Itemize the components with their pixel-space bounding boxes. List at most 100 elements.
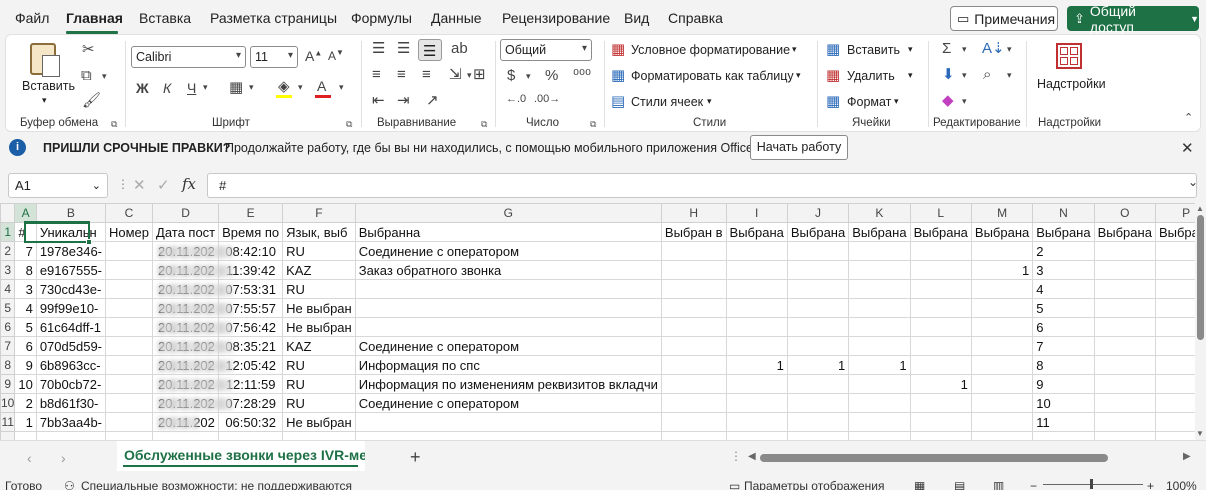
row-header[interactable]: 8 (0, 355, 16, 375)
cell[interactable] (660, 317, 727, 337)
cell[interactable] (909, 241, 972, 261)
paste-button[interactable]: Вставить ▾ (20, 41, 75, 111)
cell[interactable] (104, 431, 154, 440)
cell[interactable] (660, 374, 727, 394)
cell[interactable] (786, 298, 850, 318)
cell[interactable] (1154, 260, 1195, 280)
cell[interactable] (1032, 431, 1095, 440)
cell[interactable]: 7 (1032, 336, 1095, 356)
cell[interactable]: 6 (1032, 317, 1095, 337)
format-as-table-button[interactable]: ▦ Форматировать как таблицу ▾ (611, 67, 806, 87)
dialog-launcher-icon[interactable]: ⧉ (111, 119, 117, 130)
cell[interactable] (1154, 317, 1195, 337)
cell[interactable] (848, 393, 911, 413)
comma-style-icon[interactable]: ⁰⁰⁰ (573, 68, 591, 83)
cell[interactable]: 2 (14, 393, 37, 413)
cell[interactable] (909, 336, 972, 356)
fill-color-icon[interactable]: ◈ (278, 79, 290, 94)
cell[interactable] (970, 355, 1034, 375)
header-cell[interactable]: Выбранна (354, 222, 662, 242)
row-header[interactable]: 7 (0, 336, 16, 356)
cell[interactable] (104, 241, 154, 261)
expand-formula-icon[interactable]: ⌄ (1188, 175, 1198, 189)
header-cell[interactable]: Выбрана (909, 222, 972, 242)
cell[interactable]: 5 (14, 317, 37, 337)
cell[interactable]: RU (282, 393, 356, 413)
cell[interactable] (909, 260, 972, 280)
zoom-out-icon[interactable]: − (1030, 479, 1037, 490)
header-cell[interactable]: Выбрана (1032, 222, 1095, 242)
cell[interactable] (282, 431, 356, 440)
zoom-in-icon[interactable]: + (1147, 479, 1154, 490)
cell[interactable] (725, 374, 788, 394)
cell[interactable] (848, 241, 911, 261)
cell[interactable] (848, 374, 911, 394)
chevron-down-icon[interactable]: ▾ (962, 71, 967, 80)
cell[interactable] (354, 317, 662, 337)
cell[interactable]: KAZ (282, 260, 356, 280)
cell[interactable] (1093, 393, 1156, 413)
cell[interactable] (725, 317, 788, 337)
cell[interactable]: b8d61f30- (35, 393, 107, 413)
number-format-select[interactable]: Общий ▾ (500, 39, 592, 61)
align-right-icon[interactable]: ≡ (422, 67, 431, 82)
normal-view-icon[interactable]: ▦ (914, 479, 925, 490)
cell[interactable]: e9167555- (35, 260, 107, 280)
cell[interactable]: 1 (1154, 336, 1195, 356)
cell[interactable]: RU (282, 355, 356, 375)
cell[interactable]: 8 (14, 260, 37, 280)
cell[interactable] (848, 298, 911, 318)
get-started-button[interactable]: Начать работу (750, 135, 848, 160)
cell[interactable]: 9 (14, 355, 37, 375)
decrease-indent-icon[interactable]: ⇤ (372, 93, 385, 108)
cell[interactable]: Соединение с оператором (354, 241, 662, 261)
more-options-icon[interactable]: ⋮ (730, 449, 742, 463)
cell[interactable] (786, 412, 850, 432)
cell[interactable] (104, 317, 154, 337)
cell[interactable]: 2 (1032, 241, 1095, 261)
cell[interactable] (970, 393, 1034, 413)
cell[interactable]: 3 (14, 279, 37, 299)
merge-center-icon[interactable]: ⊞ (473, 67, 486, 82)
delete-cells-button[interactable]: ▦ Удалить ▾ (826, 67, 921, 87)
chevron-down-icon[interactable]: ▾ (1007, 71, 1012, 80)
cell[interactable]: RU (282, 374, 356, 394)
horizontal-scroll-thumb[interactable] (760, 454, 1108, 462)
borders-icon[interactable]: ▦ (229, 80, 243, 95)
notes-button[interactable]: ▭ Примечания (950, 6, 1058, 31)
column-header[interactable]: B (35, 203, 107, 223)
header-cell[interactable]: Время по (218, 222, 284, 242)
cell[interactable] (104, 393, 154, 413)
font-name-select[interactable]: Calibri ▾ (131, 46, 246, 68)
column-header[interactable]: O (1093, 203, 1156, 223)
insert-function-icon[interactable]: fx (182, 175, 196, 193)
format-cells-button[interactable]: ▦ Формат ▾ (826, 93, 921, 113)
display-settings[interactable]: Параметры отображения (744, 479, 885, 490)
cell[interactable]: 11 (1032, 412, 1095, 432)
column-header[interactable]: G (354, 203, 662, 223)
conditional-formatting-button[interactable]: ▦ Условное форматирование ▾ (611, 41, 801, 61)
cell[interactable]: Не выбран (282, 317, 356, 337)
menu-file[interactable]: Файл (15, 10, 49, 26)
column-header[interactable]: P (1154, 203, 1195, 223)
insert-cells-button[interactable]: ▦ Вставить ▾ (826, 41, 921, 61)
cell[interactable]: 1 (1154, 241, 1195, 261)
cell[interactable]: 4 (1032, 279, 1095, 299)
cell[interactable] (660, 393, 727, 413)
cell[interactable] (1154, 412, 1195, 432)
cell[interactable] (104, 336, 154, 356)
column-header[interactable]: J (786, 203, 850, 223)
fill-icon[interactable]: ⬇ (942, 67, 955, 82)
align-center-icon[interactable]: ≡ (397, 67, 406, 82)
cell[interactable] (909, 279, 972, 299)
cell[interactable] (104, 298, 154, 318)
menu-data[interactable]: Данные (431, 10, 482, 26)
cell[interactable]: 99f99e10- (35, 298, 107, 318)
page-break-view-icon[interactable]: ▥ (993, 479, 1004, 490)
next-sheet-icon[interactable]: › (61, 450, 66, 466)
cell[interactable] (1093, 336, 1156, 356)
cell[interactable] (909, 355, 972, 375)
cell[interactable] (14, 431, 37, 440)
cell[interactable]: RU (282, 279, 356, 299)
dialog-launcher-icon[interactable]: ⧉ (346, 119, 352, 130)
